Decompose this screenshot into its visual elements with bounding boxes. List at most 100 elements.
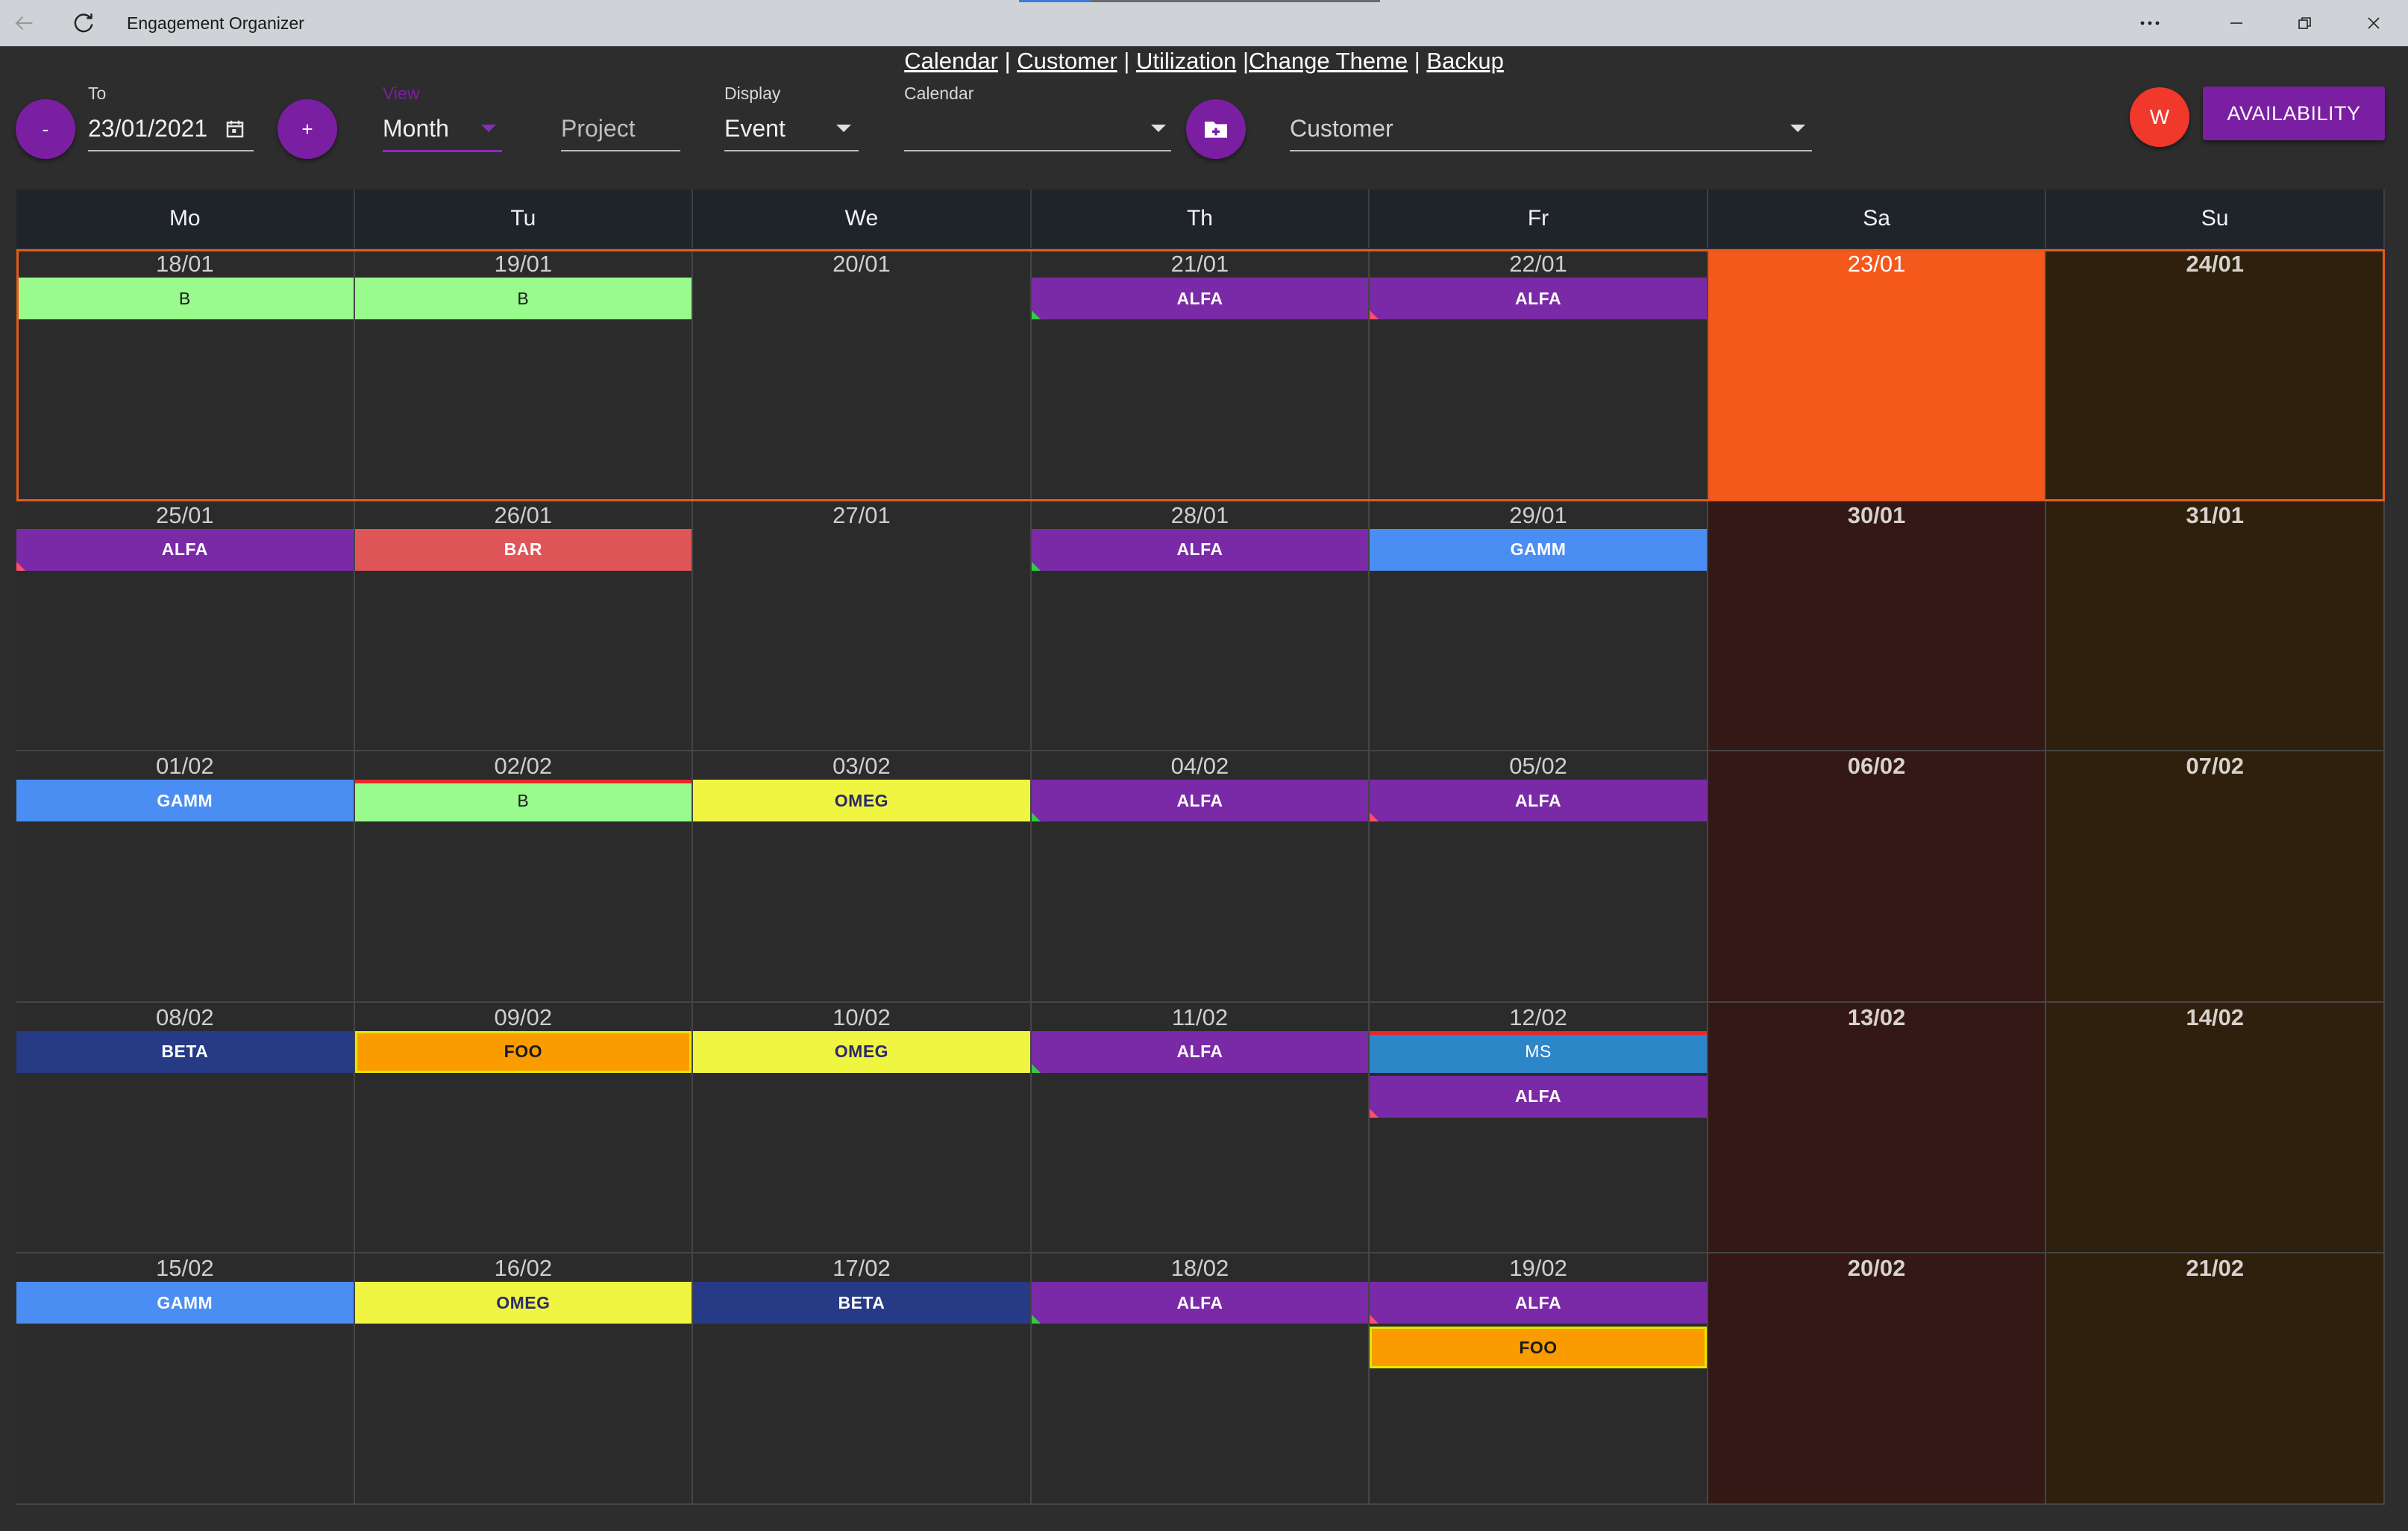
project-input[interactable]: Project (561, 115, 636, 143)
day-cell[interactable]: 29/01 GAMM (1370, 500, 1708, 751)
weekday-header: Su (2046, 190, 2385, 248)
nav-separator: | (1236, 48, 1249, 74)
nav-change-theme-link[interactable]: Change Theme (1249, 48, 1408, 74)
refresh-button[interactable] (60, 0, 107, 46)
day-cell[interactable]: 25/01 ALFA (16, 500, 355, 751)
user-avatar[interactable]: W (2130, 87, 2189, 147)
day-cell[interactable]: 14/02 (2046, 1002, 2385, 1253)
date-input[interactable]: 23/01/2021 (88, 115, 207, 143)
day-cell[interactable]: 01/02 GAMM (16, 751, 355, 1003)
event-omeg[interactable]: OMEG (693, 1030, 1030, 1073)
event-b[interactable]: B (354, 780, 692, 821)
day-cell[interactable]: 21/02 (2046, 1253, 2385, 1505)
event-gamm[interactable]: GAMM (16, 1282, 354, 1324)
day-number: 31/01 (2186, 501, 2244, 528)
view-chevron-down-icon[interactable] (481, 125, 496, 132)
event-alfa[interactable]: ALFA (1370, 1282, 1707, 1324)
event-alfa[interactable]: ALFA (1370, 1075, 1707, 1118)
event-bar[interactable]: BAR (354, 528, 692, 571)
event-foo[interactable]: FOO (1370, 1327, 1707, 1368)
day-cell[interactable]: 16/02 OMEG (354, 1253, 694, 1505)
nav-backup-link[interactable]: Backup (1426, 48, 1503, 74)
event-alfa[interactable]: ALFA (1031, 528, 1369, 571)
event-b[interactable]: B (16, 278, 354, 319)
day-cell[interactable]: 20/02 (1708, 1253, 2047, 1505)
day-cell[interactable]: 11/02 ALFA (1031, 1002, 1370, 1253)
customer-chevron-down-icon[interactable] (1790, 125, 1805, 132)
event-label: BETA (838, 1292, 885, 1312)
day-cell[interactable]: 05/02 ALFA (1370, 751, 1708, 1003)
display-select[interactable]: Event (724, 115, 786, 143)
event-alfa[interactable]: ALFA (1370, 780, 1707, 821)
display-chevron-down-icon[interactable] (836, 125, 851, 132)
event-omeg[interactable]: OMEG (354, 1282, 692, 1324)
event-alfa[interactable]: ALFA (1031, 1282, 1369, 1324)
day-cell[interactable]: 15/02 GAMM (16, 1253, 355, 1505)
event-label: ALFA (1515, 288, 1562, 308)
event-alfa[interactable]: ALFA (1031, 780, 1369, 821)
restore-icon (2298, 17, 2311, 29)
day-cell[interactable]: 02/02 B (354, 751, 694, 1003)
day-cell[interactable]: 12/02 MS ALFA (1370, 1002, 1708, 1253)
day-cell[interactable]: 07/02 (2046, 751, 2385, 1003)
event-b[interactable]: B (354, 278, 692, 319)
customer-select[interactable]: Customer (1290, 115, 1393, 143)
more-button[interactable] (2126, 0, 2174, 46)
day-cell[interactable]: 28/01 ALFA (1031, 500, 1370, 751)
calendar-chevron-down-icon[interactable] (1151, 125, 1166, 132)
day-cell[interactable]: 04/02 ALFA (1031, 751, 1370, 1003)
day-cell[interactable]: 13/02 (1708, 1002, 2047, 1253)
day-cell[interactable]: 08/02 BETA (16, 1002, 355, 1253)
calendar-label: Calendar (904, 84, 974, 103)
day-cell-today[interactable]: 23/01 (1708, 249, 2047, 501)
day-cell[interactable]: 06/02 (1708, 751, 2047, 1003)
day-cell[interactable]: 26/01 BAR (354, 500, 694, 751)
nav-utilization-link[interactable]: Utilization (1136, 48, 1236, 74)
day-cell[interactable]: 10/02 OMEG (693, 1002, 1032, 1253)
event-alfa[interactable]: ALFA (1031, 278, 1369, 319)
event-gamm[interactable]: GAMM (1370, 528, 1707, 571)
event-alfa[interactable]: ALFA (1031, 1030, 1369, 1073)
close-button[interactable] (2350, 0, 2398, 46)
day-cell[interactable]: 18/01 B (16, 249, 355, 501)
event-alfa[interactable]: ALFA (16, 528, 354, 571)
nav-calendar-link[interactable]: Calendar (904, 48, 998, 74)
event-gamm[interactable]: GAMM (16, 780, 354, 821)
back-button[interactable] (0, 0, 48, 46)
day-cell[interactable]: 20/01 (693, 249, 1032, 501)
view-select[interactable]: Month (383, 115, 449, 143)
day-cell[interactable]: 19/01 B (354, 249, 694, 501)
day-cell[interactable]: 17/02 BETA (693, 1253, 1032, 1505)
event-beta[interactable]: BETA (693, 1282, 1030, 1324)
nav-separator: | (998, 48, 1018, 74)
event-beta[interactable]: BETA (16, 1030, 354, 1073)
day-cell[interactable]: 27/01 (693, 500, 1032, 751)
day-cell[interactable]: 24/01 (2046, 249, 2385, 501)
event-foo[interactable]: FOO (354, 1030, 692, 1073)
day-number: 06/02 (1847, 753, 1906, 779)
previous-period-button[interactable]: - (16, 99, 75, 159)
event-omeg[interactable]: OMEG (693, 780, 1030, 821)
add-calendar-button[interactable] (1186, 99, 1246, 159)
calendar-picker-icon[interactable] (224, 118, 246, 140)
nav-customer-link[interactable]: Customer (1017, 48, 1117, 74)
day-number: 27/01 (833, 501, 891, 528)
event-alfa[interactable]: ALFA (1370, 278, 1707, 319)
date-input-underline (88, 150, 254, 151)
minimize-button[interactable] (2213, 0, 2260, 46)
folder-add-icon (1205, 122, 1227, 138)
day-cell[interactable]: 31/01 (2046, 500, 2385, 751)
day-cell[interactable]: 19/02 ALFA FOO (1370, 1253, 1708, 1505)
day-cell[interactable]: 18/02 ALFA (1031, 1253, 1370, 1505)
day-cell[interactable]: 30/01 (1708, 500, 2047, 751)
day-cell[interactable]: 03/02 OMEG (693, 751, 1032, 1003)
day-cell[interactable]: 21/01 ALFA (1031, 249, 1370, 501)
day-cell[interactable]: 22/01 ALFA (1370, 249, 1708, 501)
event-ms[interactable]: MS (1370, 1030, 1707, 1073)
day-number: 12/02 (1509, 1004, 1567, 1030)
event-label: GAMM (157, 790, 213, 810)
availability-button[interactable]: AVAILABILITY (2203, 87, 2385, 140)
restore-button[interactable] (2281, 0, 2329, 46)
next-period-button[interactable]: + (278, 99, 337, 159)
day-cell[interactable]: 09/02 FOO (354, 1002, 694, 1253)
